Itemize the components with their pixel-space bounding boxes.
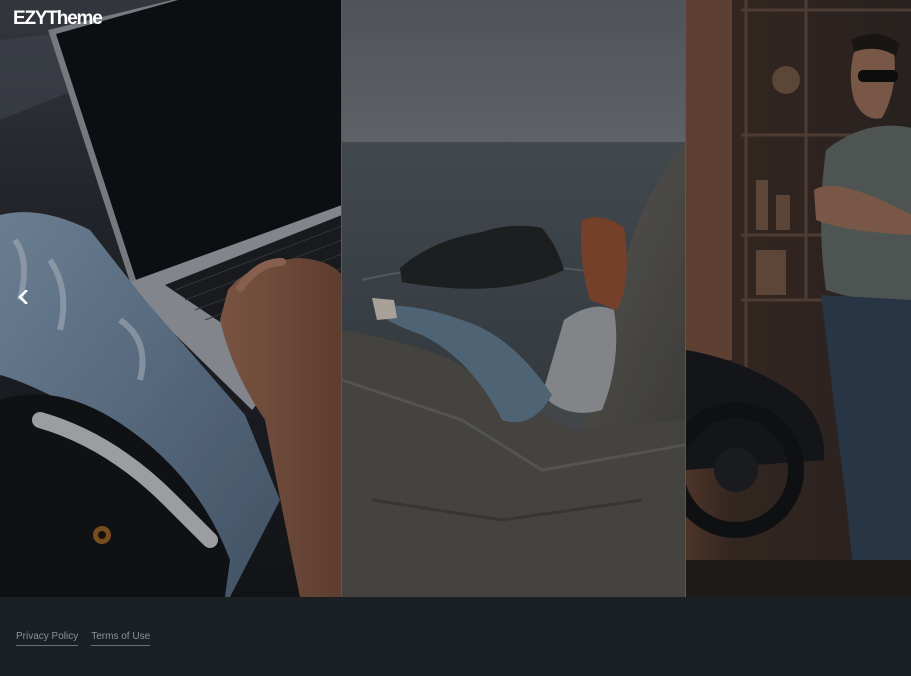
chevron-left-icon: [18, 290, 28, 304]
slide-image-garage[interactable]: [685, 0, 911, 597]
footer-links: Privacy Policy Terms of Use: [16, 631, 151, 646]
image-slider: [0, 0, 911, 597]
slide-overlay: [0, 0, 342, 597]
slide-image-coast[interactable]: [342, 0, 685, 597]
page: EZYTheme Privacy Policy Terms of Use: [0, 0, 911, 676]
terms-of-use-link[interactable]: Terms of Use: [91, 631, 151, 646]
site-logo[interactable]: EZYTheme: [13, 8, 103, 30]
slide-overlay: [685, 0, 911, 597]
privacy-policy-link[interactable]: Privacy Policy: [16, 631, 79, 646]
slide-overlay: [342, 0, 685, 597]
slider-prev-button[interactable]: [10, 284, 36, 310]
slide-image-laptop[interactable]: [0, 0, 342, 597]
